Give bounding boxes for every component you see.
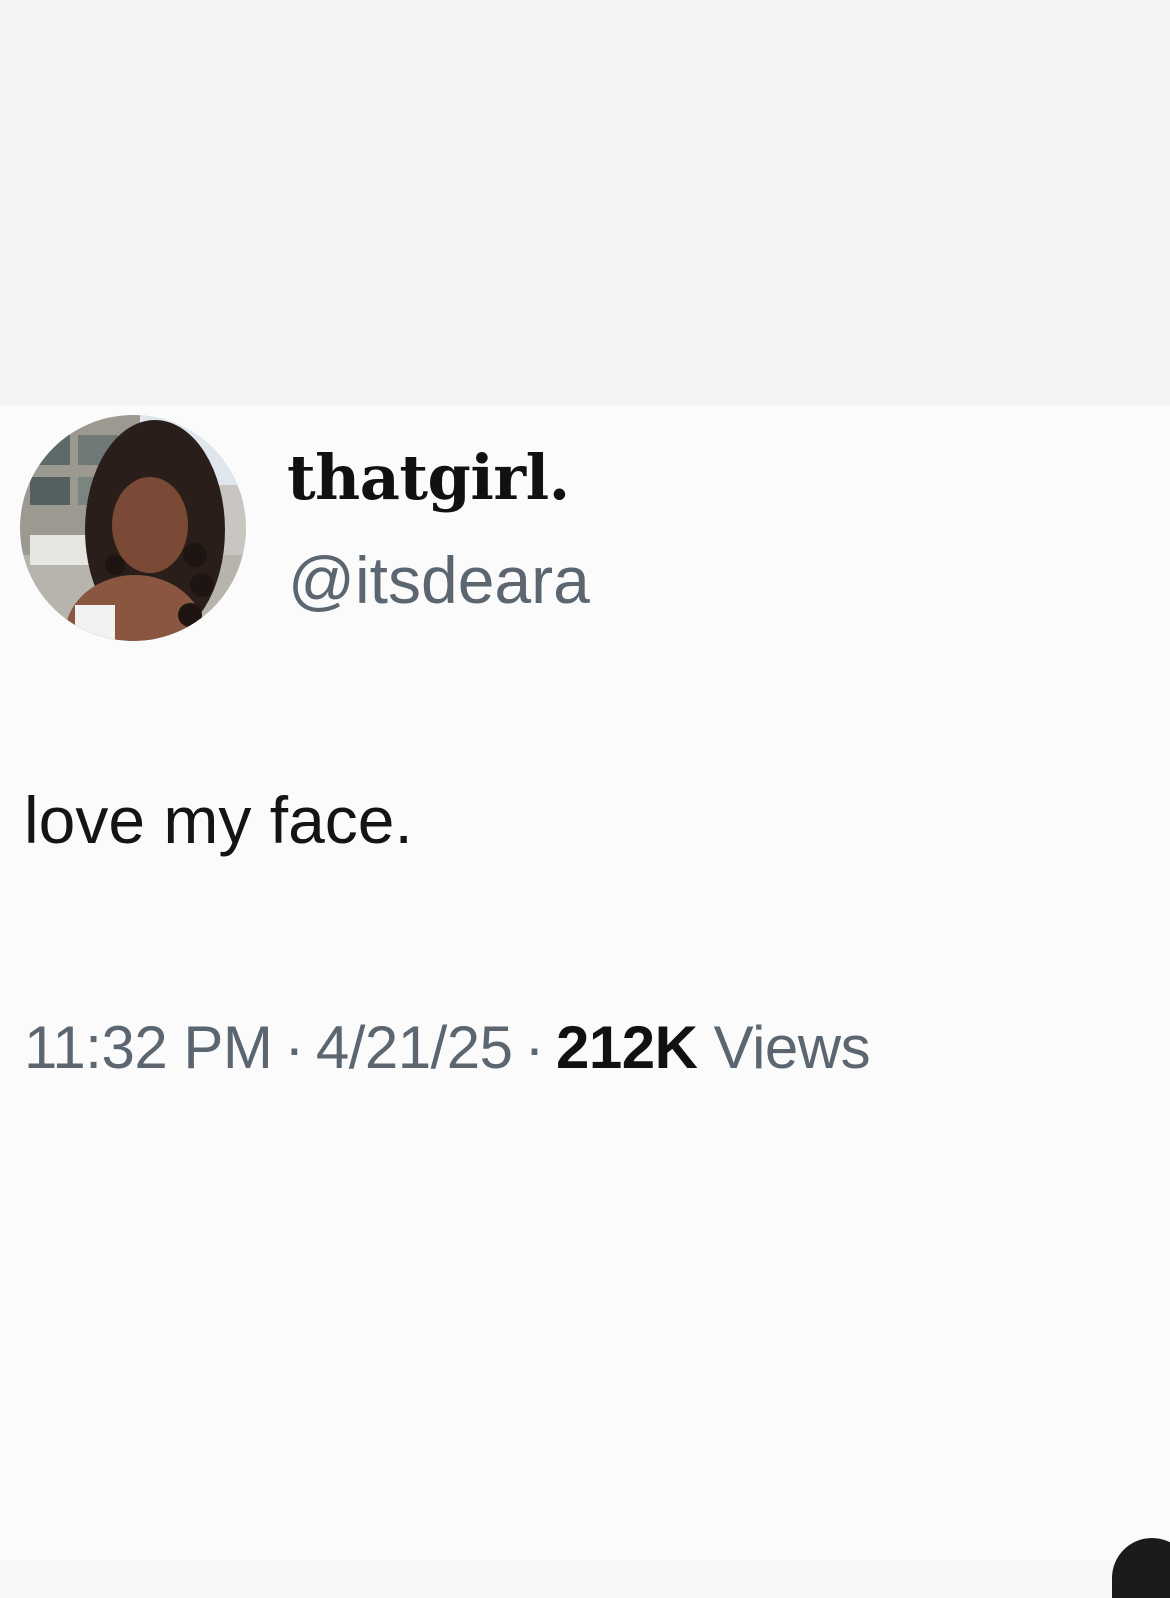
tweet-time[interactable]: 11:32 PM — [24, 1014, 273, 1081]
background-top — [0, 0, 1170, 405]
separator: · — [284, 1014, 304, 1081]
tweet-text: love my face. — [24, 783, 413, 857]
views-count: 212K — [556, 1014, 698, 1081]
username-handle[interactable]: @itsdeara — [288, 540, 590, 620]
avatar[interactable] — [20, 415, 246, 641]
display-name[interactable]: thatgirl. — [287, 438, 570, 518]
profile-photo-icon — [20, 415, 246, 641]
tweet-meta: 11:32 PM · 4/21/25 · 212K Views — [24, 1005, 871, 1091]
separator: · — [524, 1014, 545, 1081]
tweet-date[interactable]: 4/21/25 — [316, 1014, 513, 1081]
views-label: Views — [713, 1014, 871, 1081]
